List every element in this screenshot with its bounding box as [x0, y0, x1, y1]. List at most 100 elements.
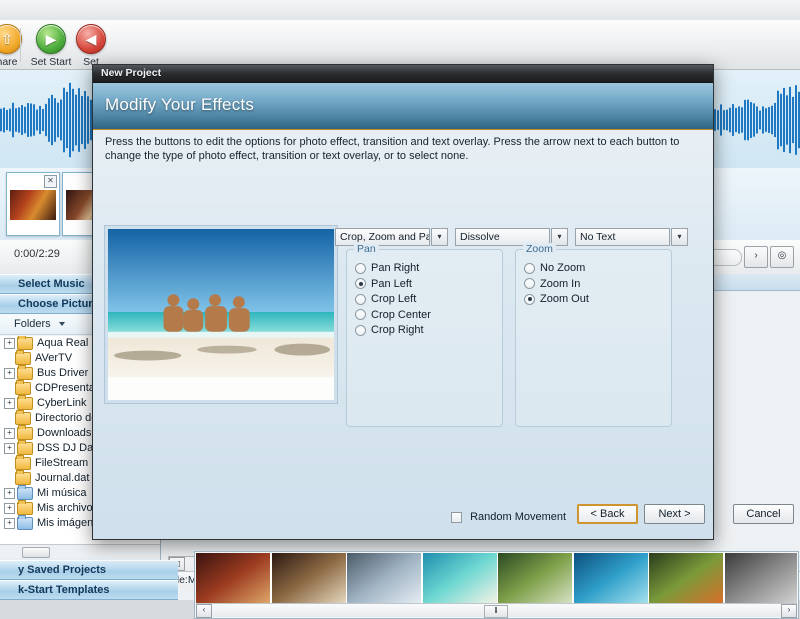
expand-icon[interactable]: + [4, 368, 15, 379]
text-overlay-value[interactable]: No Text [575, 228, 670, 246]
share-glyph: ⇧ [0, 25, 21, 53]
radio-pan-pan-right[interactable]: Pan Right [355, 260, 419, 276]
folder-icon [17, 367, 33, 380]
filmstrip-thumb-6[interactable] [574, 553, 648, 604]
set-end-icon: ◀ [76, 24, 106, 54]
expand-icon[interactable]: + [4, 428, 15, 439]
filmstrip-thumb-2[interactable] [272, 553, 346, 604]
toolbar-divider [20, 28, 21, 62]
expand-icon[interactable]: + [4, 503, 15, 514]
folders-label: Folders [14, 318, 51, 330]
folder-icon [17, 502, 33, 515]
folder-icon [17, 427, 33, 440]
zoom-group: Zoom No ZoomZoom InZoom Out [515, 249, 672, 427]
radio-icon[interactable] [355, 309, 366, 320]
filmstrip-panel[interactable]: ‹ › ‖ [194, 551, 799, 619]
filmstrip-thumb-7[interactable] [649, 553, 723, 604]
tree-item-label: AVerTV [35, 352, 72, 364]
radio-label: Pan Right [371, 262, 419, 274]
chevron-down-icon[interactable]: ▾ [671, 228, 688, 246]
chevron-down-icon [59, 322, 65, 326]
timeline-cell[interactable]: ✕ [6, 172, 60, 236]
expand-icon[interactable]: + [4, 443, 15, 454]
close-icon[interactable]: ✕ [44, 175, 57, 188]
chevron-down-icon[interactable]: ▾ [431, 228, 448, 246]
filmstrip-thumb-1[interactable] [196, 553, 270, 604]
radio-label: Crop Center [371, 309, 431, 321]
new-project-dialog: New Project Modify Your Effects Press th… [92, 64, 714, 540]
filmstrip-scrollbar[interactable]: ‹ › ‖ [196, 603, 797, 617]
radio-icon[interactable] [355, 325, 366, 336]
page-title: Modify Your Effects [105, 95, 254, 115]
sidebar-section-saved-projects[interactable]: y Saved Projects [0, 560, 178, 580]
tree-item-label: Mi música [37, 487, 87, 499]
radio-icon[interactable] [355, 294, 366, 305]
toolbar-button-set-end[interactable]: ◀ Set [62, 24, 120, 68]
radio-icon[interactable] [524, 278, 535, 289]
radio-pan-crop-center[interactable]: Crop Center [355, 307, 431, 323]
radio-pan-pan-left[interactable]: Pan Left [355, 276, 412, 292]
radio-zoom-zoom-in[interactable]: Zoom In [524, 276, 580, 292]
folder-icon [15, 412, 31, 425]
scroll-left-icon[interactable]: ‹ [196, 604, 212, 618]
scroll-right-icon[interactable]: › [781, 604, 797, 618]
dialog-title-bar[interactable]: New Project [93, 65, 713, 83]
share-up-arrow-icon: ⇧ [0, 24, 22, 54]
tree-item-label: Downloads [37, 427, 91, 439]
text-overlay-dropdown[interactable]: No Text ▾ [575, 228, 690, 246]
scrollbar-thumb[interactable] [22, 547, 50, 558]
next-frame-button[interactable]: › [744, 246, 768, 268]
radio-selected-icon[interactable] [355, 278, 366, 289]
dialog-title: New Project [101, 67, 161, 79]
expand-icon[interactable]: + [4, 488, 15, 499]
zoom-group-label: Zoom [523, 243, 556, 255]
radio-label: Crop Right [371, 324, 424, 336]
radio-pan-crop-right[interactable]: Crop Right [355, 322, 424, 338]
instructions-text: Press the buttons to edit the options fo… [105, 135, 697, 163]
radio-label: Pan Left [371, 278, 412, 290]
next-button[interactable]: Next > [644, 504, 705, 524]
folder-icon [17, 517, 33, 530]
back-button[interactable]: < Back [577, 504, 638, 524]
radio-icon[interactable] [524, 263, 535, 274]
effect-preview-panel[interactable] [104, 225, 338, 404]
tree-item-label: CyberLink [37, 397, 87, 409]
filmstrip-thumb-5[interactable] [498, 553, 572, 604]
set-end-glyph: ◀ [77, 25, 105, 53]
radio-label: Zoom Out [540, 293, 589, 305]
filmstrip-thumb-3[interactable] [347, 553, 421, 604]
dialog-button-row: < Back Next > Cancel [93, 503, 713, 539]
expand-icon[interactable]: + [4, 398, 15, 409]
expand-icon[interactable]: + [4, 338, 15, 349]
radio-zoom-zoom-out[interactable]: Zoom Out [524, 291, 589, 307]
radio-label: No Zoom [540, 262, 585, 274]
photo-effect-value[interactable]: Crop, Zoom and Pan [335, 228, 430, 246]
cancel-button[interactable]: Cancel [733, 504, 794, 524]
sidebar-label: y Saved Projects [18, 564, 106, 576]
expand-icon[interactable]: + [4, 518, 15, 529]
pan-group-label: Pan [354, 243, 379, 255]
sidebar-section-quick-start-templates[interactable]: k-Start Templates [0, 580, 178, 600]
folder-icon [17, 337, 33, 350]
scrollbar-thumb[interactable]: ‖ [484, 605, 508, 618]
radio-icon[interactable] [355, 263, 366, 274]
filmstrip-thumb-8[interactable] [725, 553, 798, 604]
timeline-thumb [10, 190, 56, 220]
radio-zoom-no-zoom[interactable]: No Zoom [524, 260, 585, 276]
tree-item-label: Journal.dat [35, 472, 89, 484]
folder-icon [15, 472, 31, 485]
folder-icon [15, 457, 31, 470]
photo-effect-dropdown[interactable]: Crop, Zoom and Pan ▾ [335, 228, 450, 246]
folder-icon [17, 487, 33, 500]
zoom-magnifier-icon[interactable]: ◎ [770, 246, 794, 268]
tree-horizontal-scrollbar[interactable] [0, 544, 160, 558]
filmstrip-thumb-4[interactable] [423, 553, 497, 604]
filmstrip-thumbnails[interactable] [196, 553, 797, 604]
tree-item-label: Bus Driver [37, 367, 88, 379]
radio-selected-icon[interactable] [524, 294, 535, 305]
sidebar-label: k-Start Templates [18, 584, 110, 596]
folder-icon [17, 397, 33, 410]
radio-pan-crop-left[interactable]: Crop Left [355, 291, 416, 307]
folder-icon [15, 352, 31, 365]
beach-preview-image [108, 229, 334, 400]
